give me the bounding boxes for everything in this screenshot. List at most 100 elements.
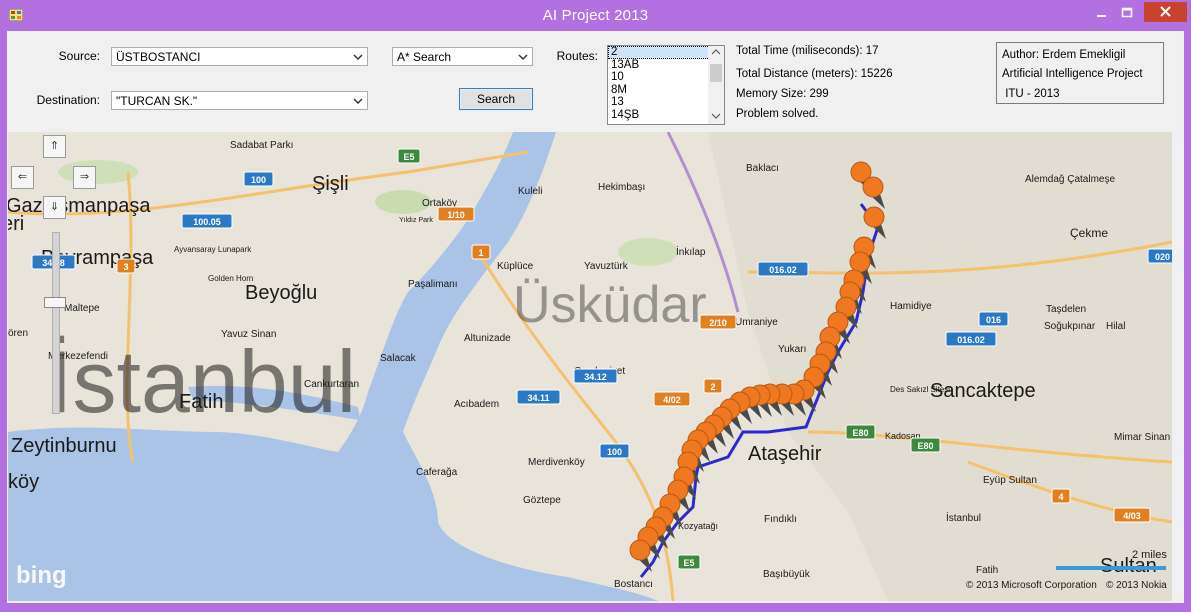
road-shield: E80: [845, 424, 876, 440]
road-shield: E5: [397, 148, 421, 164]
route-list-item[interactable]: 14ŞB: [608, 109, 724, 122]
place-label: Kozyatağı: [678, 521, 718, 531]
close-icon: [1160, 6, 1171, 17]
place-label: Gaziosmanpaşa: [8, 195, 151, 217]
svg-text:34.11: 34.11: [527, 393, 549, 403]
route-list-item[interactable]: 10: [608, 71, 724, 84]
place-label: Salacak: [380, 353, 417, 364]
road-shield: 2/10: [699, 314, 737, 330]
road-shield: 4: [1051, 488, 1071, 504]
close-button[interactable]: [1144, 2, 1187, 22]
road-shield: 100: [599, 443, 630, 459]
place-label: İstanbul: [946, 511, 981, 524]
place-label: Caferağa: [416, 467, 458, 478]
minimize-button[interactable]: [1088, 3, 1114, 22]
place-label: Taşdelen: [1046, 304, 1086, 315]
road-shield: 1: [471, 244, 491, 260]
algorithm-combo[interactable]: A* Search: [392, 47, 533, 66]
road-shield: 016.02: [945, 331, 997, 347]
source-value: ÜSTBOSTANCI: [116, 50, 201, 64]
total-distance-text: Total Distance (meters): 15226: [736, 68, 893, 80]
chevron-down-icon: [353, 54, 363, 61]
place-label: Des Sakızl Sitesi: [890, 385, 950, 394]
road-shield: 1/10: [437, 206, 475, 222]
road-shield: E5: [677, 554, 701, 570]
total-time-text: Total Time (miliseconds): 17: [736, 45, 879, 57]
pan-left-button[interactable]: ⇐: [11, 166, 34, 189]
route-list-item[interactable]: 8M: [608, 84, 724, 97]
place-label: Eyüp Sultan: [983, 475, 1037, 486]
memory-size-text: Memory Size: 299: [736, 88, 829, 100]
road-shield: 020: [1147, 248, 1172, 264]
place-label: Umraniye: [735, 317, 778, 328]
app-window: AI Project 2013 Source: ÜSTBOSTANCI Dest…: [0, 0, 1191, 612]
road-shield: 2: [703, 378, 723, 394]
routes-scrollbar[interactable]: [708, 46, 724, 124]
map-canvas[interactable]: İstanbul Üsküdar GaziosmanpaşaBayrampaşa…: [8, 132, 1172, 601]
svg-text:100.05: 100.05: [193, 217, 221, 227]
maximize-icon: [1121, 7, 1133, 18]
route-list-item[interactable]: 2: [608, 46, 724, 59]
scrollbar-graphic: [710, 49, 722, 119]
svg-text:4/03: 4/03: [1123, 511, 1141, 521]
place-label: ören: [8, 328, 28, 339]
maximize-button[interactable]: [1114, 3, 1140, 22]
place-label: Baklacı: [746, 163, 779, 174]
pan-up-button[interactable]: ⇑: [43, 135, 66, 158]
svg-text:3: 3: [123, 262, 128, 272]
algorithm-value: A* Search: [397, 50, 452, 64]
place-label: Fatih: [976, 565, 998, 576]
place-label: eri: [8, 213, 24, 235]
road-shield: 016: [978, 311, 1009, 327]
place-label: köy: [8, 471, 39, 493]
place-label: Ataşehir: [748, 443, 822, 465]
pan-down-button[interactable]: ⇓: [43, 196, 66, 219]
place-label: Çekme: [1070, 226, 1108, 240]
place-label: Golden Horn: [208, 274, 253, 283]
school-text: ITU - 2013: [1002, 88, 1060, 100]
copyright-nokia: © 2013 Nokia: [1106, 580, 1167, 591]
svg-text:020: 020: [1155, 252, 1170, 262]
svg-text:1/10: 1/10: [447, 210, 465, 220]
window-title: AI Project 2013: [542, 7, 649, 24]
district-label: Üsküdar: [513, 276, 707, 334]
place-label: Göztepe: [523, 495, 561, 506]
svg-text:E5: E5: [683, 558, 694, 568]
routes-listbox[interactable]: 2 13AB 10 8M 13 14ŞB: [607, 45, 725, 125]
place-label: Sadabat Parkı: [230, 140, 293, 151]
map-view[interactable]: İstanbul Üsküdar Gaziosmanpaşa Bayrampaşa…: [8, 132, 1172, 601]
zoom-slider-track[interactable]: [52, 232, 60, 414]
source-combo[interactable]: ÜSTBOSTANCI: [111, 47, 368, 66]
svg-text:4/02: 4/02: [663, 395, 681, 405]
chevron-down-icon: [518, 54, 528, 61]
pan-right-button[interactable]: ⇒: [73, 166, 96, 189]
status-text: Problem solved.: [736, 108, 819, 120]
route-list-item[interactable]: 13AB: [608, 59, 724, 72]
svg-text:2/10: 2/10: [709, 318, 727, 328]
routes-label: Routes:: [556, 49, 598, 63]
place-label: Başıbüyük: [763, 569, 811, 580]
route-list-item[interactable]: 13: [608, 96, 724, 109]
minimize-icon: [1097, 15, 1106, 17]
road-shield: 4/03: [1113, 507, 1151, 523]
place-label: Beyoğlu: [245, 282, 317, 304]
place-label: İnkılap: [676, 245, 706, 258]
place-label: Hilal: [1106, 321, 1125, 332]
routes-list: 2 13AB 10 8M 13 14ŞB: [608, 46, 724, 121]
place-label: Maltepe: [64, 303, 100, 314]
place-label: Şişli: [312, 173, 349, 195]
zoom-slider-thumb[interactable]: [44, 297, 66, 308]
svg-text:016: 016: [986, 315, 1001, 325]
svg-text:016.02: 016.02: [769, 265, 797, 275]
svg-text:E5: E5: [403, 152, 414, 162]
copyright-microsoft: © 2013 Microsoft Corporation: [966, 580, 1097, 591]
place-label: Kuleli: [518, 186, 542, 197]
chevron-down-icon: [353, 98, 363, 105]
road-shield: E80: [910, 437, 941, 453]
road-shield: 100: [243, 171, 274, 187]
place-label: Ayvansaray Lunapark: [174, 245, 252, 254]
project-text: Artificial Intelligence Project: [1002, 68, 1143, 80]
road-shield: 34.12: [573, 368, 618, 384]
destination-combo[interactable]: "TURCAN SK.": [111, 91, 368, 110]
search-button[interactable]: Search: [459, 88, 533, 110]
